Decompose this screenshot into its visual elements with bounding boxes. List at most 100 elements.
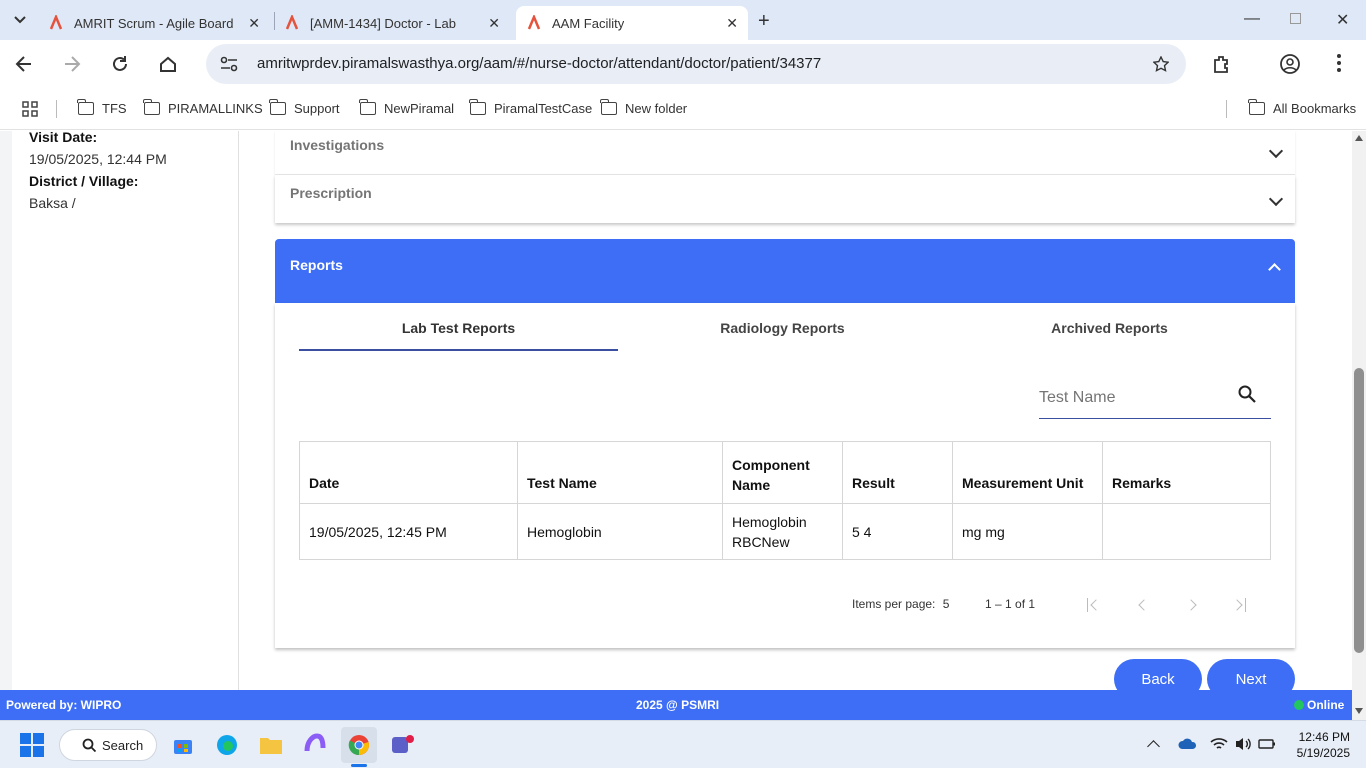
items-per-page-select[interactable]: 5 xyxy=(943,597,950,611)
teams-app[interactable] xyxy=(385,727,421,763)
investigations-accordion[interactable]: Investigations xyxy=(275,131,1295,175)
edge-icon xyxy=(217,735,237,755)
taskbar-search-label: Search xyxy=(102,737,144,753)
bookmark-label: New folder xyxy=(625,101,688,116)
chrome-app[interactable] xyxy=(341,727,377,763)
test-name-search-input[interactable] xyxy=(1039,385,1229,411)
tab-lab-test-reports[interactable]: Lab Test Reports xyxy=(299,320,618,336)
m365-icon xyxy=(304,733,326,752)
bookmark-star-icon[interactable] xyxy=(1153,56,1169,72)
folder-icon xyxy=(269,99,286,115)
tab-search-button[interactable] xyxy=(6,8,34,32)
edge-app[interactable] xyxy=(209,727,245,763)
start-button[interactable] xyxy=(14,727,50,763)
app-footer: Powered by: WIPRO 2025 @ PSMRI Online xyxy=(0,690,1352,720)
browser-tab-jira[interactable]: [AMM-1434] Doctor - Lab R ✕ xyxy=(276,6,510,40)
folder-icon xyxy=(260,738,282,754)
site-settings-icon[interactable] xyxy=(220,56,238,72)
restore-button[interactable] xyxy=(1290,13,1301,24)
bookmark-new-folder[interactable]: New folder xyxy=(600,99,688,116)
reports-panel: Lab Test Reports Radiology Reports Archi… xyxy=(275,303,1295,648)
table-row: 19/05/2025, 12:45 PM Hemoglobin Hemoglob… xyxy=(299,503,1271,560)
bookmark-piramallinks[interactable]: PIRAMALLINKS xyxy=(143,99,263,116)
paginator-range: 1 – 1 of 1 xyxy=(985,597,1036,611)
search-icon[interactable] xyxy=(1238,385,1256,403)
cell-component-name: Hemoglobin RBCNew xyxy=(722,503,843,560)
component-item: RBCNew xyxy=(732,533,790,550)
next-page-button[interactable] xyxy=(1186,598,1200,612)
component-item: Hemoglobin xyxy=(732,513,807,530)
tab-divider xyxy=(274,12,275,30)
onedrive-icon[interactable] xyxy=(1178,737,1198,751)
online-status-dot-icon xyxy=(1294,700,1304,710)
new-tab-button[interactable]: + xyxy=(758,10,770,33)
back-button[interactable]: Back xyxy=(1114,659,1202,690)
window-close-button[interactable]: ✕ xyxy=(1336,10,1349,30)
paginator: Items per page: 5 xyxy=(852,597,949,611)
bookmark-support[interactable]: Support xyxy=(269,99,340,116)
minimize-button[interactable]: — xyxy=(1244,10,1260,28)
amrit-logo-icon xyxy=(285,15,299,30)
previous-page-button[interactable] xyxy=(1136,598,1150,612)
browser-tab-aam-facility[interactable]: AAM Facility ✕ xyxy=(516,6,748,40)
main-panel: Investigations Prescription Reports Lab … xyxy=(239,131,1352,690)
address-bar[interactable]: amritwprdev.piramalswasthya.org/aam/#/nu… xyxy=(206,44,1186,84)
cell-measurement-unit: mg mg xyxy=(952,503,1103,560)
page-scrollbar[interactable] xyxy=(1352,131,1366,720)
bookmark-tfs[interactable]: TFS xyxy=(77,99,127,116)
show-hidden-icons-icon[interactable] xyxy=(1147,740,1160,753)
volume-icon[interactable] xyxy=(1234,736,1252,752)
home-button[interactable] xyxy=(152,48,184,80)
store-app[interactable] xyxy=(165,727,201,763)
reports-accordion-header[interactable]: Reports xyxy=(275,239,1295,303)
reports-title: Reports xyxy=(290,257,343,273)
bookmark-label: PiramalTestCase xyxy=(494,101,593,116)
folder-icon xyxy=(469,99,486,115)
first-page-button[interactable] xyxy=(1087,598,1101,612)
lab-reports-table: Date Test Name Component Name Result Mea… xyxy=(299,441,1271,560)
scrollbar-thumb[interactable] xyxy=(1354,368,1364,653)
reload-button[interactable] xyxy=(104,48,136,80)
close-icon[interactable]: ✕ xyxy=(248,15,260,32)
folder-icon xyxy=(600,99,617,115)
folder-icon xyxy=(77,99,94,115)
visit-date-value: 19/05/2025, 12:44 PM xyxy=(29,151,167,167)
last-page-button[interactable] xyxy=(1232,598,1246,612)
browser-menu-icon[interactable] xyxy=(1337,54,1341,72)
tab-archived-reports[interactable]: Archived Reports xyxy=(950,320,1269,336)
scroll-up-arrow-icon[interactable] xyxy=(1355,135,1363,141)
profile-icon[interactable] xyxy=(1279,53,1301,75)
taskbar-search[interactable]: Search xyxy=(59,729,157,761)
amrit-logo-icon xyxy=(527,15,541,30)
browser-tab-scrum[interactable]: AMRIT Scrum - Agile Board ✕ xyxy=(40,6,270,40)
bookmark-piramaltestcase[interactable]: PiramalTestCase xyxy=(469,99,593,116)
prescription-accordion[interactable]: Prescription xyxy=(275,175,1295,223)
items-per-page-label: Items per page: xyxy=(852,597,936,611)
cell-test-name: Hemoglobin xyxy=(517,503,723,560)
windows-logo-icon xyxy=(20,733,44,757)
tab-radiology-reports[interactable]: Radiology Reports xyxy=(623,320,942,336)
battery-icon[interactable] xyxy=(1258,737,1276,751)
scroll-down-arrow-icon[interactable] xyxy=(1355,708,1363,714)
wifi-icon[interactable] xyxy=(1210,737,1228,751)
apps-grid-icon[interactable] xyxy=(22,101,38,117)
close-icon[interactable]: ✕ xyxy=(488,15,500,32)
browser-toolbar: amritwprdev.piramalswasthya.org/aam/#/nu… xyxy=(0,40,1366,88)
next-button[interactable]: Next xyxy=(1207,659,1295,690)
home-icon xyxy=(160,56,176,72)
district-label: District / Village: xyxy=(29,173,139,189)
bookmark-label: PIRAMALLINKS xyxy=(168,101,263,116)
bookmark-newpiramal[interactable]: NewPiramal xyxy=(359,99,454,116)
all-bookmarks[interactable]: All Bookmarks xyxy=(1248,99,1356,116)
tab-title: [AMM-1434] Doctor - Lab R xyxy=(310,15,460,31)
chevron-down-icon xyxy=(1268,143,1284,159)
m365-app[interactable] xyxy=(297,727,333,763)
column-header-test-name: Test Name xyxy=(517,441,723,504)
taskbar-clock[interactable]: 12:46 PM 5/19/2025 xyxy=(1288,729,1350,761)
tab-label: Lab Test Reports xyxy=(401,320,516,336)
forward-nav-button[interactable] xyxy=(56,48,88,80)
close-icon[interactable]: ✕ xyxy=(726,15,738,32)
file-explorer-app[interactable] xyxy=(253,727,289,763)
extensions-icon[interactable] xyxy=(1212,54,1232,74)
back-nav-button[interactable] xyxy=(8,48,40,80)
